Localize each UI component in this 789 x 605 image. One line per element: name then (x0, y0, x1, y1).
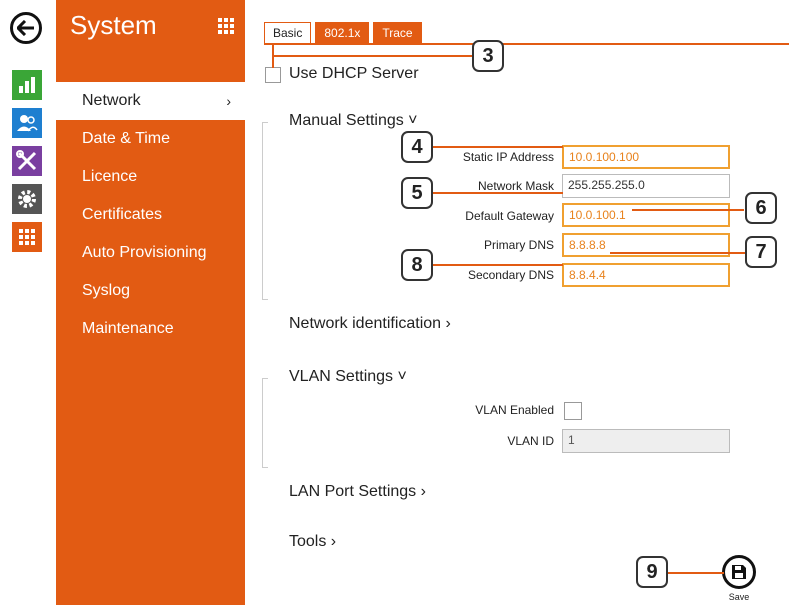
tab-bar: Basic 802.1x Trace (264, 22, 422, 44)
secondary-dns-field[interactable]: 8.8.4.4 (562, 263, 730, 287)
callout-8: 8 (401, 249, 433, 281)
grid-icon[interactable] (218, 18, 234, 39)
chevron-right-icon: › (226, 93, 231, 109)
callout-line (610, 252, 746, 254)
users-icon[interactable] (12, 108, 42, 138)
tab-basic[interactable]: Basic (264, 22, 312, 44)
section-bracket (262, 122, 268, 300)
lan-port-settings-header[interactable]: LAN Port Settings › (289, 483, 426, 501)
sidebar-title: System (70, 10, 157, 40)
secondary-dns-label: Secondary DNS (467, 268, 554, 282)
callout-line (272, 55, 472, 57)
sidebar-item-licence[interactable]: Licence (56, 158, 245, 196)
callout-6: 6 (745, 192, 777, 224)
callout-line (433, 192, 563, 194)
floppy-disk-icon (732, 565, 746, 579)
callout-9: 9 (636, 556, 668, 588)
tab-underline (264, 43, 789, 45)
sidebar: System Network › Date & Time Licence Cer… (56, 0, 245, 605)
vlan-enabled-label: VLAN Enabled (475, 403, 554, 417)
sidebar-item-label: Network (82, 92, 141, 109)
save-label: Save (728, 592, 750, 602)
callout-5: 5 (401, 177, 433, 209)
vlan-id-field[interactable]: 1 (562, 429, 730, 453)
dhcp-label: Use DHCP Server (289, 65, 419, 82)
bar-chart-icon[interactable] (12, 70, 42, 100)
manual-settings-header[interactable]: Manual Settings ˅ (289, 112, 418, 130)
save-button[interactable] (722, 555, 756, 589)
vlan-enabled-checkbox[interactable] (564, 402, 582, 420)
back-arrow-icon[interactable] (10, 12, 42, 44)
tab-trace[interactable]: Trace (373, 22, 422, 44)
sidebar-item-network[interactable]: Network › (56, 82, 245, 120)
app-rail (0, 0, 56, 605)
network-mask-field[interactable]: 255.255.255.0 (562, 174, 730, 198)
sidebar-item-date-time[interactable]: Date & Time (56, 120, 245, 158)
default-gateway-field[interactable]: 10.0.100.1 (562, 203, 730, 227)
sidebar-item-maintenance[interactable]: Maintenance (56, 310, 245, 348)
callout-line (668, 572, 724, 574)
callout-7: 7 (745, 236, 777, 268)
callout-3: 3 (472, 40, 504, 72)
sidebar-item-auto-provisioning[interactable]: Auto Provisioning (56, 234, 245, 272)
tools-header[interactable]: Tools › (289, 533, 336, 551)
sidebar-nav: Network › Date & Time Licence Certificat… (56, 82, 245, 348)
tools-icon[interactable] (12, 146, 42, 176)
sidebar-item-certificates[interactable]: Certificates (56, 196, 245, 234)
gear-icon[interactable] (12, 184, 42, 214)
static-ip-field[interactable]: 10.0.100.100 (562, 145, 730, 169)
default-gateway-label: Default Gateway (465, 209, 554, 223)
grid-icon[interactable] (12, 222, 42, 252)
tab-802-1x[interactable]: 802.1x (315, 22, 370, 44)
callout-line (632, 209, 744, 211)
vlan-settings-header[interactable]: VLAN Settings ˅ (289, 368, 407, 386)
dhcp-checkbox[interactable] (265, 67, 281, 83)
primary-dns-label: Primary DNS (483, 238, 554, 252)
network-mask-label: Network Mask (477, 179, 554, 193)
callout-line (433, 146, 563, 148)
callout-line (433, 264, 563, 266)
callout-4: 4 (401, 131, 433, 163)
vlan-id-label: VLAN ID (507, 434, 554, 448)
section-bracket (262, 378, 268, 468)
sidebar-item-syslog[interactable]: Syslog (56, 272, 245, 310)
network-identification-header[interactable]: Network identification › (289, 315, 451, 333)
static-ip-label: Static IP Address (462, 150, 554, 164)
